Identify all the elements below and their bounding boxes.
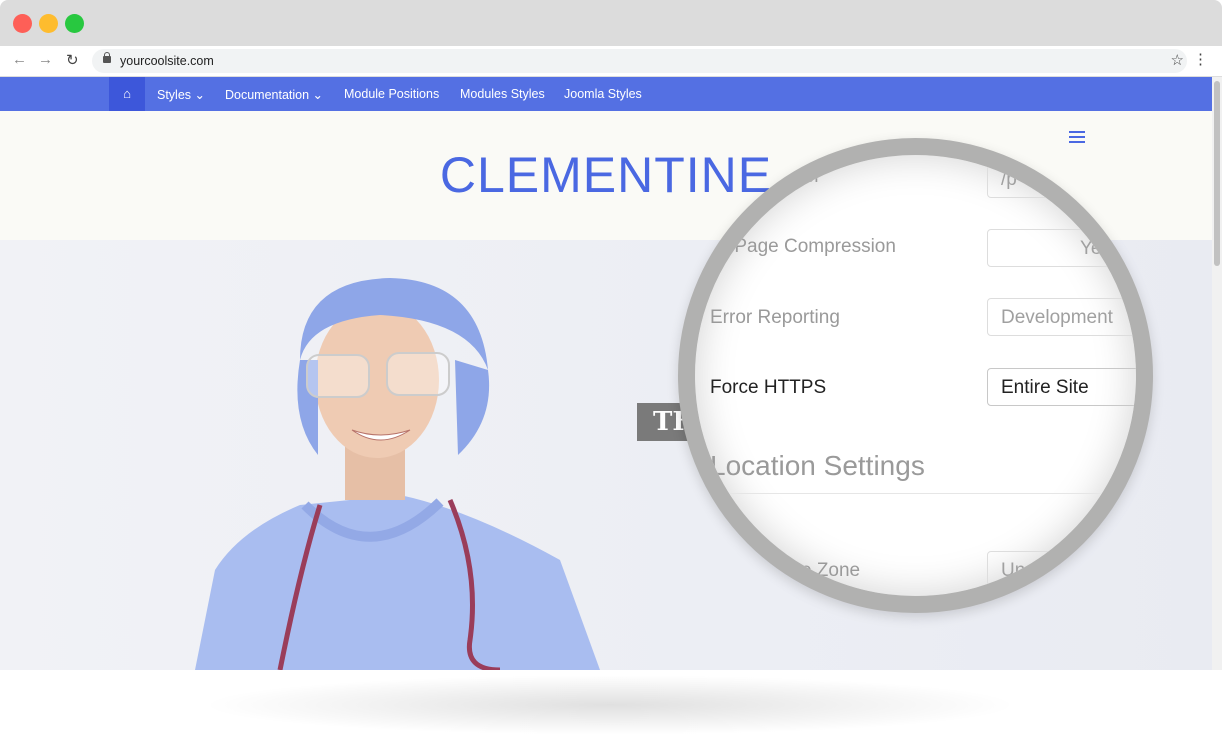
temp-folder-label: Temp Folder: [715, 166, 821, 187]
url-field[interactable]: yourcoolsite.com: [92, 49, 1187, 73]
scrollbar-thumb[interactable]: [1214, 81, 1220, 266]
error-reporting-label: Error Reporting: [710, 307, 840, 328]
lock-icon: [103, 52, 111, 63]
forward-icon[interactable]: →: [38, 51, 53, 68]
section-divider: [700, 493, 1136, 494]
minimize-window-button[interactable]: [39, 14, 58, 33]
location-settings-heading: Location Settings: [710, 450, 925, 481]
nav-item-module-positions[interactable]: Module Positions: [344, 87, 439, 101]
gzip-compression-label: Gzip Page Compression: [690, 236, 896, 257]
nurse-photo: [195, 278, 600, 673]
temp-folder-input[interactable]: /p: [987, 160, 1136, 198]
address-bar: ← → ↻ yourcoolsite.com ☆ ⋮: [0, 46, 1222, 77]
time-zone-label: Time Zone: [770, 560, 861, 581]
nav-item-documentation[interactable]: Documentation ⌄: [225, 87, 323, 102]
close-window-button[interactable]: [13, 14, 32, 33]
back-icon[interactable]: ←: [12, 51, 27, 68]
maximize-window-button[interactable]: [65, 14, 84, 33]
reload-icon[interactable]: ↻: [66, 51, 79, 69]
gzip-compression-toggle[interactable]: Yes: [987, 229, 1136, 267]
force-https-select[interactable]: Entire Site: [987, 368, 1136, 406]
page-scrollbar[interactable]: [1212, 77, 1222, 670]
home-icon: ⌂: [123, 86, 131, 101]
window-titlebar: [0, 0, 1222, 46]
browser-menu-icon[interactable]: ⋮: [1193, 50, 1208, 68]
main-navigation: ⌂ Styles ⌄ Documentation ⌄ Module Positi…: [0, 77, 1212, 111]
bookmark-star-icon[interactable]: ☆: [1171, 51, 1184, 69]
nav-home-button[interactable]: ⌂: [109, 77, 145, 111]
error-reporting-select[interactable]: Development: [987, 298, 1136, 336]
hamburger-icon[interactable]: [1069, 131, 1085, 146]
magnifier-lens: Temp Folder /p Gzip Page Compression Yes…: [678, 138, 1153, 613]
window-shadow: [200, 675, 1020, 735]
nav-item-styles[interactable]: Styles ⌄: [157, 87, 205, 102]
nav-item-modules-styles[interactable]: Modules Styles: [460, 87, 545, 101]
time-zone-select[interactable]: Un: [987, 551, 1136, 589]
nav-item-joomla-styles[interactable]: Joomla Styles: [564, 87, 642, 101]
url-text: yourcoolsite.com: [120, 54, 214, 68]
force-https-label: Force HTTPS: [710, 377, 827, 398]
